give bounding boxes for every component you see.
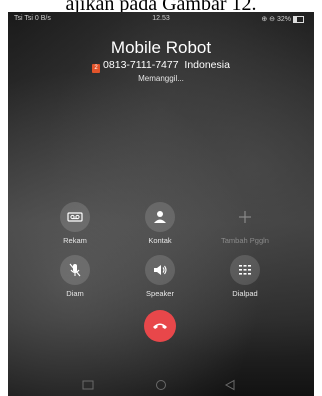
phone-screen: Tsi Tsi 0 B/s 12.53 ⊕ ⊖ 32% Mobile Robot…	[8, 12, 314, 396]
record-icon	[60, 202, 90, 232]
record-label: Rekam	[63, 236, 87, 245]
status-right: ⊕ ⊖ 32%	[261, 15, 304, 23]
navigation-bar	[8, 378, 314, 392]
mute-icon	[60, 255, 90, 285]
battery-icon	[293, 15, 304, 23]
recents-icon[interactable]	[82, 378, 94, 396]
country-label: Indonesia	[184, 59, 230, 71]
record-button[interactable]: Rekam	[45, 202, 105, 245]
add-call-button[interactable]: Tambah Pggln	[215, 202, 275, 245]
contacts-button[interactable]: Kontak	[130, 202, 190, 245]
add-call-icon	[230, 202, 260, 232]
contacts-label: Kontak	[148, 236, 172, 245]
mute-button[interactable]: Diam	[45, 255, 105, 298]
speaker-button[interactable]: Speaker	[130, 255, 190, 298]
phone-number-row: 2 0813-7111-7477 Indonesia	[8, 59, 314, 73]
status-bar: Tsi Tsi 0 B/s 12.53 ⊕ ⊖ 32%	[8, 15, 314, 25]
sim-icon: 2	[92, 64, 101, 73]
home-icon[interactable]	[154, 378, 168, 396]
phone-number: 0813-7111-7477	[103, 59, 179, 71]
dialpad-icon	[230, 255, 260, 285]
contact-name: Mobile Robot	[110, 38, 212, 57]
call-status: Memanggil...	[138, 74, 184, 83]
mute-label: Diam	[66, 289, 84, 298]
speaker-icon	[145, 255, 175, 285]
document-caption: ajikan pada Gambar 12.	[65, 0, 257, 12]
dialpad-button[interactable]: Dialpad	[215, 255, 275, 298]
dialpad-label: Dialpad	[232, 289, 258, 298]
hang-up-icon	[153, 323, 167, 329]
contact-icon	[145, 202, 175, 232]
end-call-button[interactable]	[144, 310, 176, 342]
speaker-label: Speaker	[146, 289, 174, 298]
add-call-label: Tambah Pggln	[221, 236, 269, 245]
battery-percent: ⊕ ⊖ 32%	[261, 16, 291, 23]
back-icon[interactable]	[224, 378, 236, 396]
